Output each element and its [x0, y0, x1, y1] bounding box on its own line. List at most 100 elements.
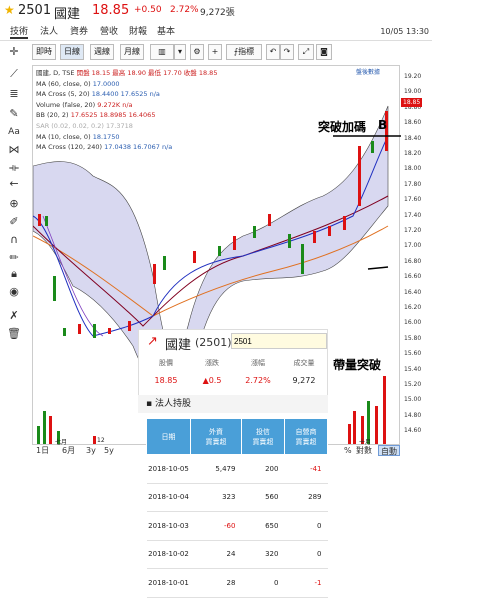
measure-icon[interactable]: ⟛: [6, 160, 22, 176]
settings-tools-icon[interactable]: ✗: [6, 308, 22, 324]
price-axis[interactable]: 19.20 19.00 18.80 18.60 18.40 18.20 18.00 17.80…: [400, 65, 430, 445]
candle: [108, 328, 111, 334]
volume-bar: [383, 376, 386, 444]
table-row: 2018-10-03 -60 650 0: [146, 511, 328, 541]
y-tick-label: 15.60: [404, 350, 422, 358]
text-icon[interactable]: Aa: [6, 124, 22, 140]
tab-margin[interactable]: 資券: [70, 24, 88, 37]
intraday-button[interactable]: 即時: [32, 44, 56, 60]
stat-change-value: ▲0.5: [202, 376, 222, 385]
brush-icon[interactable]: ✎: [6, 106, 22, 122]
candles-icon: ▥: [158, 47, 166, 56]
y-tick-label: 19.20: [404, 73, 422, 80]
snapshot-button[interactable]: ◙: [316, 44, 332, 60]
range-1d[interactable]: 1日: [36, 445, 49, 456]
undo-button[interactable]: ↶: [266, 44, 280, 60]
undo-icon: ↶: [269, 47, 277, 56]
lock-icon[interactable]: 🔒︎: [6, 266, 22, 282]
scale-log[interactable]: 對數: [356, 445, 372, 456]
y-tick-label: 15.20: [404, 381, 422, 388]
trend-up-icon: ↗: [147, 334, 158, 349]
magnet-icon[interactable]: ∩: [6, 232, 22, 248]
y-tick-label: 14.60: [404, 427, 422, 435]
y-tick-label: 17.60: [404, 196, 422, 204]
scale-percent[interactable]: %: [344, 445, 352, 456]
settings-button[interactable]: ⚙: [190, 44, 204, 60]
ruler-icon[interactable]: ✐: [6, 214, 22, 230]
cell-dealer: 289: [284, 483, 328, 512]
stock-name: 國建: [54, 7, 81, 22]
stat-volume-label: 成交量: [293, 359, 315, 367]
table-row: 2018-10-04 323 560 289: [146, 483, 328, 512]
col-date: 日期: [146, 418, 191, 455]
trash-icon[interactable]: 🗑︎: [6, 326, 22, 342]
quote-header: ★ 2501 國建 18.85 +0.50 2.72% 9,272張: [0, 0, 503, 22]
col-trust: 投信 買賣超: [240, 418, 285, 455]
tab-basic[interactable]: 基本: [157, 24, 175, 37]
cell-foreign: 323: [190, 483, 242, 512]
tab-technical[interactable]: 技術: [10, 24, 29, 39]
y-tick-label: 16.80: [404, 257, 422, 265]
fib-icon[interactable]: ≣: [6, 86, 22, 102]
candle: [358, 146, 361, 206]
legend-ma60-value: 17.0000: [92, 79, 120, 88]
monthly-button[interactable]: 月線: [120, 44, 144, 60]
star-icon[interactable]: ★: [4, 3, 15, 17]
candle: [53, 276, 56, 301]
y-tick-label: 16.60: [404, 273, 422, 281]
candle: [45, 216, 48, 226]
institutional-section-header[interactable]: ▪ 法人持股: [138, 395, 328, 413]
timestamp: 10/05 13:30: [380, 27, 429, 36]
compare-button[interactable]: +: [208, 44, 222, 60]
back-arrow-icon[interactable]: ←: [6, 176, 22, 192]
chart-type-button[interactable]: ▥: [150, 44, 174, 60]
weekly-button[interactable]: 週線: [90, 44, 114, 60]
stat-price: 股價 18.85: [143, 358, 189, 385]
tab-financials[interactable]: 財報: [129, 24, 147, 37]
candle: [38, 214, 41, 226]
stat-price-value: 18.85: [154, 376, 178, 385]
y-tick-label: 16.40: [404, 288, 422, 296]
stat-volume-value: 9,272: [292, 376, 316, 385]
trendline-icon[interactable]: ⟋: [6, 66, 22, 82]
daily-button[interactable]: 日線: [60, 44, 84, 60]
range-6m[interactable]: 6月: [62, 445, 75, 456]
y-tick-label: 15.00: [404, 396, 422, 404]
popup-stock-name: 國建: [165, 338, 192, 353]
indicators-label: 指標: [238, 47, 255, 56]
x-label-12: 12: [97, 437, 105, 444]
pattern-icon[interactable]: ⋈: [6, 142, 22, 158]
dropdown-button[interactable]: ▾: [174, 44, 186, 60]
col-foreign: 外資 買賣超: [190, 418, 242, 455]
tab-revenue[interactable]: 營收: [100, 24, 118, 37]
legend-ma10: MA (10, close, 0): [36, 132, 91, 141]
price-change: +0.50: [134, 5, 162, 15]
candle: [301, 244, 304, 274]
y-tick-label: 17.00: [404, 242, 422, 250]
redo-button[interactable]: ↷: [280, 44, 294, 60]
legend-sar-value: 17.3718: [105, 121, 133, 130]
bullet-icon: ▪: [146, 399, 155, 409]
volume-bar: [375, 406, 378, 444]
chevron-down-icon: ▾: [177, 47, 182, 56]
camera-icon: ◙: [320, 47, 328, 56]
range-5y[interactable]: 5y: [104, 445, 114, 456]
table-row: 2018-10-01 28 0 -1: [146, 568, 328, 598]
zoom-in-icon[interactable]: ⊕: [6, 196, 22, 212]
volume-bar: [49, 416, 52, 444]
chart-toolbar: 即時 日線 週線 月線 ▥ ▾ ⚙ + ⨍指標 ↶ ↷ ⤢ ◙: [32, 44, 332, 62]
y-tick-label: 14.80: [404, 411, 422, 419]
indicators-button[interactable]: ⨍指標: [226, 44, 262, 60]
table-row: 2018-10-05 5,479 200 -41: [146, 454, 328, 484]
eye-icon[interactable]: ◉: [6, 284, 22, 300]
after-hours-link[interactable]: 盤後數據: [356, 67, 380, 76]
tab-institutional[interactable]: 法人: [40, 24, 58, 37]
legend-volume: Volume (false, 20): [36, 100, 96, 109]
symbol-search-input[interactable]: [231, 333, 327, 349]
crosshair-icon[interactable]: ✛: [6, 44, 22, 60]
scale-auto[interactable]: 自動: [378, 445, 400, 456]
lock-draw-icon[interactable]: ✏: [6, 250, 22, 266]
fullscreen-button[interactable]: ⤢: [298, 44, 314, 60]
cell-foreign: 24: [190, 540, 242, 569]
range-3y[interactable]: 3y: [86, 445, 96, 456]
